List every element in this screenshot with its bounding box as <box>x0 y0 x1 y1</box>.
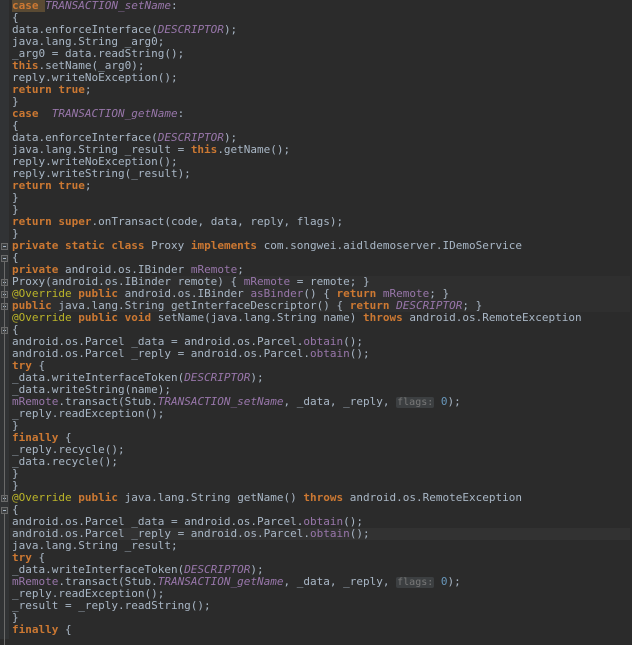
code-token: true <box>58 179 85 192</box>
code-token: : <box>170 0 178 12</box>
code-editor[interactable]: case TRANSACTION_setName:{data.enforceIn… <box>0 0 632 645</box>
code-line[interactable]: finally { <box>10 624 632 636</box>
code-token: return <box>12 83 59 96</box>
code-token: getName() <box>237 491 304 504</box>
code-line[interactable]: reply.writeNoException(); <box>10 72 632 84</box>
code-token: java.lang.String <box>124 491 238 504</box>
code-token: return <box>12 215 59 228</box>
code-token: this <box>190 143 218 156</box>
code-token: android.os.Parcel _reply = android.os.Pa… <box>12 347 311 360</box>
code-token: android.os.RemoteException <box>409 311 582 324</box>
code-area[interactable]: case TRANSACTION_setName:{data.enforceIn… <box>10 0 632 639</box>
code-line[interactable]: private static class Proxy implements co… <box>10 240 632 252</box>
code-line[interactable]: android.os.Parcel _reply = android.os.Pa… <box>10 348 632 360</box>
code-token: TRANSACTION_setName <box>157 395 284 408</box>
code-line[interactable]: } <box>10 468 632 480</box>
fold-guide-line <box>4 261 5 333</box>
code-token: ); <box>223 23 238 36</box>
code-token: obtain <box>310 527 350 540</box>
code-token: TRANSACTION_getName <box>45 107 178 120</box>
code-token: DESCRIPTOR <box>157 23 224 36</box>
code-line[interactable]: reply.writeString(_result); <box>10 168 632 180</box>
code-token: @Override <box>12 491 72 504</box>
code-token: public void <box>78 311 158 324</box>
code-token: 0 <box>440 575 448 588</box>
inlay-parameter-hint: flags: <box>396 397 435 408</box>
code-token: throws <box>303 491 350 504</box>
code-token: TRANSACTION_setName <box>45 0 171 12</box>
code-token: throws <box>363 311 410 324</box>
code-line[interactable]: return true; <box>10 180 632 192</box>
code-token: setName(java.lang.String name) <box>157 311 364 324</box>
fold-collapse-icon[interactable] <box>0 240 9 252</box>
inlay-parameter-hint: flags: <box>396 577 435 588</box>
code-line[interactable]: } <box>10 192 632 204</box>
code-token: super <box>58 215 92 228</box>
code-token: _reply.readException(); <box>12 407 165 420</box>
code-token: { <box>64 623 72 636</box>
code-line[interactable]: return true; <box>10 84 632 96</box>
code-token: ); <box>250 371 264 384</box>
code-token: public <box>78 491 125 504</box>
code-token: ; <box>84 83 92 96</box>
code-token: DESCRIPTOR <box>184 371 251 384</box>
code-token: true <box>58 83 85 96</box>
editor-gutter[interactable] <box>0 0 10 645</box>
fold-guide-line <box>4 333 5 501</box>
fold-box <box>1 242 8 250</box>
code-line[interactable]: _reply.readException(); <box>10 408 632 420</box>
code-token: .getName(); <box>217 143 291 156</box>
code-token: (); <box>349 527 370 540</box>
code-token: .onTransact(code, data, reply, flags); <box>91 215 344 228</box>
code-token: 0 <box>440 395 448 408</box>
code-token: ; <box>84 179 92 192</box>
code-line[interactable]: } <box>10 420 632 432</box>
code-line[interactable]: _data.recycle(); <box>10 456 632 468</box>
code-line[interactable]: @Override public java.lang.String getNam… <box>10 492 632 504</box>
code-token: return <box>12 179 59 192</box>
code-token: private static class <box>12 239 152 252</box>
code-token: android.os.RemoteException <box>349 491 522 504</box>
code-token: , _data, _reply, <box>283 575 397 588</box>
code-token: ); <box>447 395 461 408</box>
code-line[interactable]: case TRANSACTION_setName: <box>10 0 632 12</box>
code-token: _result = _reply.readString(); <box>12 599 211 612</box>
code-token: finally <box>12 623 65 636</box>
code-line[interactable]: _result = _reply.readString(); <box>10 600 632 612</box>
code-line[interactable]: java.lang.String _result; <box>10 540 632 552</box>
code-token: ); <box>447 575 461 588</box>
code-token: TRANSACTION_getName <box>157 575 284 588</box>
code-token: com.songwei.aidldemoserver.IDemoService <box>263 239 522 252</box>
code-token: implements <box>190 239 264 252</box>
code-token: @Override <box>12 311 72 324</box>
code-line[interactable]: } <box>10 612 632 624</box>
code-token: (); <box>349 347 370 360</box>
code-line[interactable]: return super.onTransact(code, data, repl… <box>10 216 632 228</box>
code-token: _data.recycle(); <box>12 455 118 468</box>
fold-guide-line <box>4 513 5 645</box>
code-token: , _data, _reply, <box>283 395 397 408</box>
code-line[interactable]: @Override public void setName(java.lang.… <box>10 312 632 324</box>
code-token: : <box>177 107 185 120</box>
code-token: Proxy <box>151 239 191 252</box>
code-line[interactable]: case TRANSACTION_getName: <box>10 108 632 120</box>
code-token: obtain <box>310 347 350 360</box>
